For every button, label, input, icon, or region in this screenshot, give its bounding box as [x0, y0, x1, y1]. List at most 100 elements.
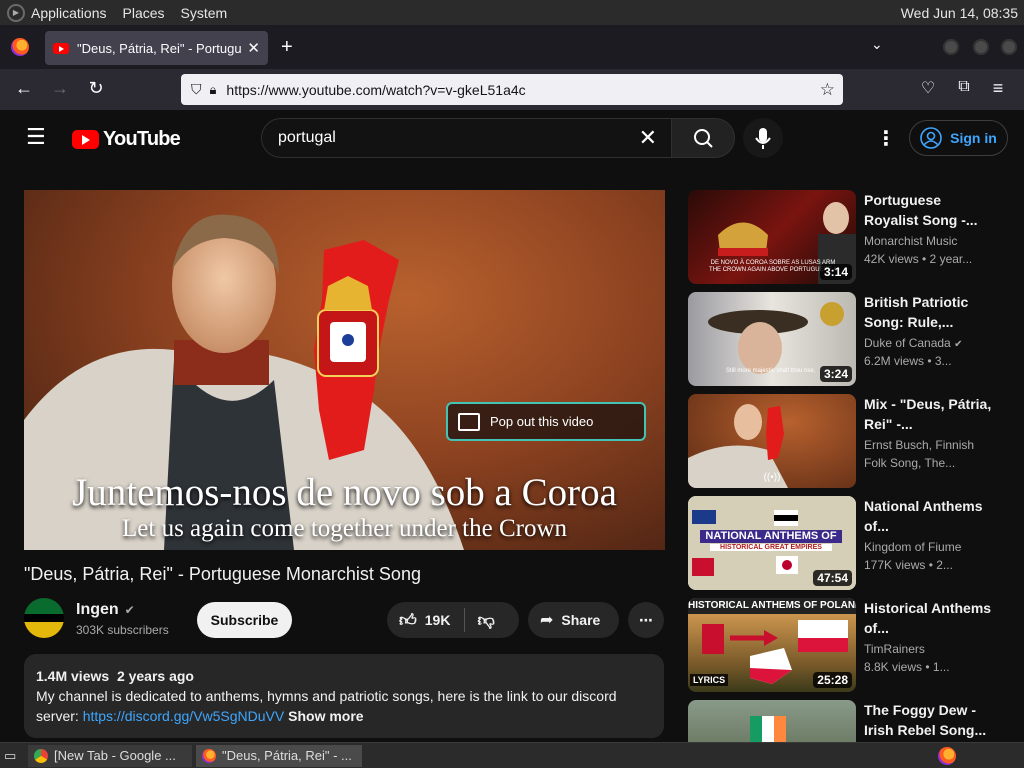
recommendation-meta: Folk Song, The...: [864, 456, 956, 470]
thumbnail[interactable]: Still more majestic shalt thou rise, 3:2…: [688, 292, 856, 386]
tab-title: "Deus, Pátria, Rei" - Portugu: [77, 40, 242, 56]
app-menu-icon[interactable]: ≡: [986, 78, 1010, 99]
firefox-icon[interactable]: [11, 38, 29, 56]
recommendation-channel[interactable]: TimRainers: [864, 642, 1004, 656]
chrome-icon: [34, 748, 48, 763]
dislike-icon[interactable]: 👎︎: [477, 610, 494, 631]
subscribe-button[interactable]: Subscribe: [197, 602, 292, 638]
url-bar[interactable]: ⛉ 🔒︎ https://www.youtube.com/watch?v=v-g…: [181, 74, 843, 105]
video-duration: 3:14: [819, 264, 852, 280]
hamburger-menu-icon[interactable]: ☰: [26, 126, 46, 148]
like-icon[interactable]: 👍︎: [399, 610, 417, 631]
url-text[interactable]: https://www.youtube.com/watch?v=v-gkeL51…: [226, 82, 525, 98]
recommendation-channel[interactable]: Kingdom of Fiume: [864, 540, 1004, 554]
close-tab-icon[interactable]: ✕: [247, 39, 260, 57]
thumbnail-caption: NATIONAL ANTHEMS OF: [700, 530, 842, 543]
taskbar-item-new-tab[interactable]: [New Tab - Google ...: [28, 744, 192, 767]
thumbnail[interactable]: NATIONAL ANTHEMS OF HISTORICAL GREAT EMP…: [688, 496, 856, 590]
upload-age: 2 years ago: [116, 668, 194, 684]
recommendation-channel-name[interactable]: Duke of Canada: [864, 336, 951, 350]
sign-in-button[interactable]: Sign in: [909, 120, 1008, 156]
thumbnail[interactable]: [688, 700, 856, 742]
recommendation-title[interactable]: National Anthems of...: [864, 496, 996, 536]
recommendation-channel[interactable]: Duke of Canada ✔: [864, 336, 1004, 350]
thumbnail[interactable]: ((•)): [688, 394, 856, 488]
recommendation-title[interactable]: Portuguese Royalist Song -...: [864, 190, 996, 230]
search-query-text: portugal: [278, 129, 336, 146]
taskbar-item-label: [New Tab - Google ...: [54, 748, 176, 763]
tracking-shield-icon[interactable]: ⛉: [191, 81, 202, 98]
browser-tab-active[interactable]: "Deus, Pátria, Rei" - Portugu ✕: [45, 31, 268, 65]
lock-icon[interactable]: 🔒︎: [210, 82, 217, 98]
share-button[interactable]: ➦ Share: [528, 602, 619, 638]
pop-out-label: Pop out this video: [490, 414, 594, 429]
maximize-window-button[interactable]: [973, 39, 989, 55]
minimize-window-button[interactable]: [943, 39, 959, 55]
recommendation-card[interactable]: ((•)) Mix - "Deus, Pátria, Rei" -... Ern…: [688, 394, 1008, 488]
thumbnail-caption: Still more majestic shalt thou rise,: [726, 368, 816, 374]
youtube-play-logo-icon: [72, 130, 99, 149]
description-text: My channel is dedicated to anthems, hymn…: [36, 686, 652, 726]
recommendation-meta: 42K views • 2 year...: [864, 252, 973, 266]
microphone-icon: [755, 128, 771, 149]
reload-icon[interactable]: ↻: [84, 78, 108, 99]
recommendation-card[interactable]: Still more majestic shalt thou rise, 3:2…: [688, 292, 1008, 386]
description-box[interactable]: 1.4M views 2 years ago My channel is ded…: [24, 654, 664, 738]
discord-link[interactable]: https://discord.gg/Vw5SgNDuVV: [83, 708, 285, 724]
list-all-tabs-chevron-icon[interactable]: ⌄: [871, 36, 883, 53]
menu-system[interactable]: System: [181, 5, 228, 21]
search-input[interactable]: portugal ✕: [261, 118, 672, 158]
recommendation-title[interactable]: Mix - "Deus, Pátria, Rei" -...: [864, 394, 996, 434]
distro-logo-icon[interactable]: ▶: [7, 3, 25, 22]
search-button[interactable]: [671, 118, 735, 158]
share-label: Share: [561, 612, 601, 628]
clock[interactable]: Wed Jun 14, 08:35: [901, 5, 1018, 21]
os-top-panel: ▶ Applications Places System Wed Jun 14,…: [0, 0, 1024, 25]
back-arrow-icon[interactable]: ←: [12, 78, 36, 99]
caption-english: Let us again come together under the Cro…: [122, 515, 567, 542]
recommendation-channel[interactable]: Monarchist Music: [864, 234, 1004, 248]
like-dislike-group: 👍︎ 19K 👎︎: [387, 602, 519, 638]
recommendation-channel[interactable]: Ernst Busch, Finnish: [864, 438, 1004, 452]
more-actions-button[interactable]: ⋯: [628, 602, 664, 638]
recommendation-card[interactable]: HISTORICAL ANTHEMS OF POLAND LYRICS 25:2…: [688, 598, 1008, 692]
video-duration: 3:24: [819, 366, 852, 382]
recommendation-card[interactable]: NATIONAL ANTHEMS OF HISTORICAL GREAT EMP…: [688, 496, 1008, 590]
recommendation-title[interactable]: The Foggy Dew - Irish Rebel Song...: [864, 700, 996, 740]
recommendation-meta: 8.8K views • 1...: [864, 660, 950, 674]
recommendation-title[interactable]: Historical Anthems of...: [864, 598, 996, 638]
forward-arrow-icon[interactable]: →: [48, 78, 72, 99]
extensions-icon[interactable]: ⧉: [952, 78, 976, 96]
menu-applications[interactable]: Applications: [31, 5, 107, 21]
thumbnail[interactable]: DE NOVO À COROA SOBRE AS LUSAS ARM THE C…: [688, 190, 856, 284]
new-tab-button[interactable]: +: [281, 36, 293, 59]
menu-places[interactable]: Places: [123, 5, 165, 21]
channel-name-row[interactable]: Ingen ✔: [76, 601, 135, 619]
thumbnail[interactable]: HISTORICAL ANTHEMS OF POLAND LYRICS 25:2…: [688, 598, 856, 692]
channel-name[interactable]: Ingen: [76, 601, 119, 619]
settings-kebab-icon[interactable]: ⋮: [876, 126, 896, 151]
view-stats: 1.4M views 2 years ago: [36, 666, 652, 686]
close-window-button[interactable]: [1001, 39, 1017, 55]
search-icon: [694, 129, 713, 148]
recommendation-meta: 177K views • 2...: [864, 558, 953, 572]
subscriber-count: 303K subscribers: [76, 623, 169, 637]
bookmark-star-icon[interactable]: ☆: [820, 80, 835, 100]
video-title: "Deus, Pátria, Rei" - Portuguese Monarch…: [24, 564, 421, 584]
recommendation-card[interactable]: The Foggy Dew - Irish Rebel Song...: [688, 700, 1008, 742]
youtube-logo[interactable]: YouTube: [72, 128, 181, 151]
firefox-launcher-icon[interactable]: [938, 746, 956, 765]
taskbar-item-youtube[interactable]: "Deus, Pátria, Rei" - ...: [196, 744, 362, 767]
like-count[interactable]: 19K: [425, 612, 451, 628]
pop-out-video-button[interactable]: Pop out this video: [446, 402, 646, 441]
recommendation-card[interactable]: DE NOVO À COROA SOBRE AS LUSAS ARM THE C…: [688, 190, 1008, 284]
show-desktop-icon[interactable]: ▭: [0, 745, 24, 767]
channel-avatar[interactable]: [24, 598, 64, 638]
show-more-link[interactable]: Show more: [288, 708, 363, 724]
sign-in-label: Sign in: [950, 130, 997, 146]
voice-search-button[interactable]: [743, 118, 783, 158]
clear-search-icon[interactable]: ✕: [639, 125, 657, 151]
verified-badge-icon: ✔: [954, 339, 963, 350]
recommendation-title[interactable]: British Patriotic Song: Rule,...: [864, 292, 996, 332]
pocket-icon[interactable]: ♡: [916, 78, 940, 98]
